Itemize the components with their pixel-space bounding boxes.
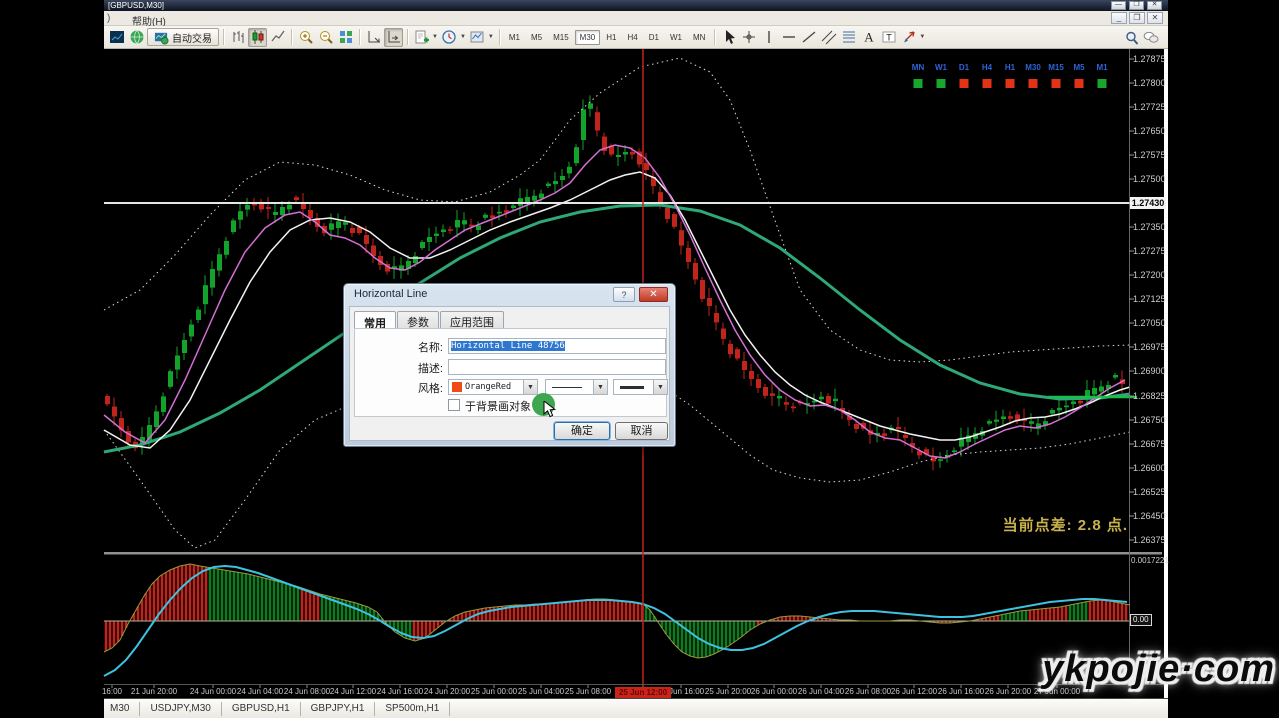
color-select[interactable]: OrangeRed ▼ <box>448 379 538 395</box>
line-width-sample <box>620 386 644 389</box>
name-input[interactable]: Horizontal Line 48756 <box>448 338 666 354</box>
chevron-down-icon: ▼ <box>593 380 607 394</box>
name-label: 名称: <box>355 339 443 355</box>
description-input[interactable] <box>448 359 666 375</box>
color-swatch <box>452 382 462 392</box>
name-input-selection: Horizontal Line 48756 <box>451 341 565 351</box>
chevron-down-icon: ▼ <box>523 380 537 394</box>
dialog-close-icon[interactable]: ✕ <box>639 287 668 302</box>
ok-button[interactable]: 确定 <box>554 422 610 440</box>
dialog-body: 常用参数应用范围 名称: Horizontal Line 48756 描述: 风… <box>349 306 670 441</box>
style-label: 风格: <box>355 380 443 396</box>
mouse-cursor-icon <box>543 401 557 418</box>
help-icon[interactable]: ? <box>613 287 635 302</box>
cancel-button[interactable]: 取消 <box>615 422 668 440</box>
description-label: 描述: <box>355 360 443 376</box>
dialog-title: Horizontal Line <box>354 288 427 300</box>
line-width-select[interactable]: ▼ <box>613 379 668 395</box>
background-checkbox-label: 于背景画对象 <box>465 398 531 414</box>
line-style-sample <box>552 387 582 388</box>
chevron-down-icon: ▼ <box>653 380 667 394</box>
horizontal-line-dialog: Horizontal Line ? ✕ 常用参数应用范围 名称: Horizon… <box>343 283 676 447</box>
color-value: OrangeRed <box>465 382 511 392</box>
watermark: ykpojie·com <box>1042 648 1275 691</box>
line-style-select[interactable]: ▼ <box>545 379 608 395</box>
background-checkbox[interactable] <box>448 399 460 411</box>
dialog-tab-page: 名称: Horizontal Line 48756 描述: 风格: Orange… <box>354 328 667 417</box>
